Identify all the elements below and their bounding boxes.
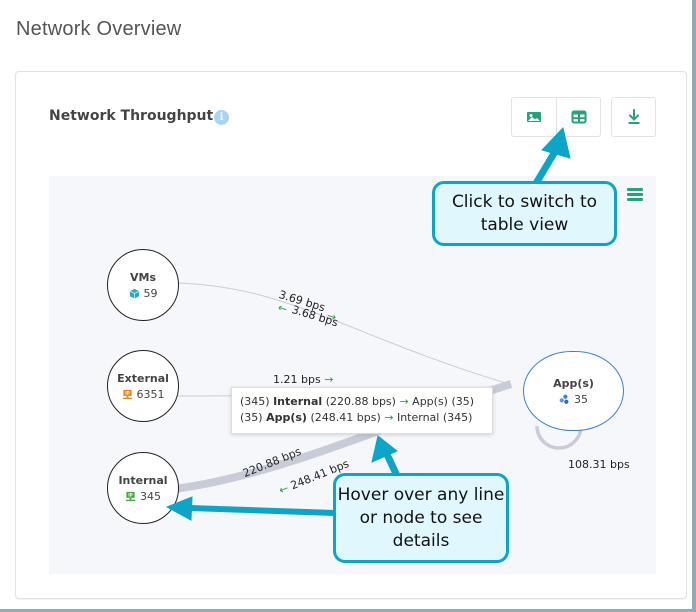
tooltip-row: (345) Internal (220.88 bps) → App(s) (35… bbox=[240, 395, 475, 408]
page-title: Network Overview bbox=[16, 18, 182, 40]
edge-tooltip: (345) Internal (220.88 bps) → App(s) (35… bbox=[231, 387, 493, 434]
flow-arrow-right-icon: → bbox=[324, 373, 334, 386]
node-name: External bbox=[117, 371, 169, 385]
download-icon bbox=[628, 109, 639, 124]
card-title: Network Throughput bbox=[49, 108, 214, 124]
node-name: Internal bbox=[118, 473, 168, 487]
window-edge-right bbox=[692, 0, 696, 612]
view-toggle-group bbox=[511, 97, 601, 137]
node-count-value: 345 bbox=[140, 489, 161, 503]
node-vms[interactable]: VMs 59 bbox=[107, 249, 179, 321]
info-icon[interactable]: i bbox=[214, 110, 229, 125]
node-count-value: 6351 bbox=[136, 387, 165, 401]
image-icon bbox=[527, 112, 541, 122]
table-view-button[interactable] bbox=[556, 98, 600, 136]
node-count-value: 59 bbox=[143, 286, 158, 300]
edge-label-apps-self: 108.31 bps bbox=[568, 458, 630, 471]
node-external[interactable]: External IP 6351 bbox=[107, 350, 179, 422]
cube-icon bbox=[129, 288, 139, 299]
ip-icon: IP bbox=[125, 491, 136, 501]
tooltip-row: (35) App(s) (248.41 bps) → Internal (345… bbox=[240, 411, 473, 424]
node-apps[interactable]: App(s) 35 bbox=[523, 351, 624, 431]
table-icon bbox=[571, 110, 586, 124]
callout-hover-details: Hover over any line or node to see detai… bbox=[333, 473, 509, 563]
callout-table-view: Click to switch to table view bbox=[432, 181, 617, 246]
node-name: App(s) bbox=[553, 376, 594, 390]
node-count-value: 35 bbox=[574, 392, 588, 406]
apps-icon bbox=[559, 394, 569, 404]
node-internal[interactable]: Internal IP 345 bbox=[107, 452, 179, 524]
svg-text:IP: IP bbox=[125, 390, 130, 395]
download-button[interactable] bbox=[611, 97, 656, 137]
node-name: VMs bbox=[129, 270, 156, 284]
ip-icon: IP bbox=[122, 389, 132, 399]
svg-text:IP: IP bbox=[128, 492, 133, 497]
edge-vms-apps[interactable] bbox=[175, 282, 510, 385]
edge-label-external-apps-forward: 1.21 bps → bbox=[273, 373, 334, 386]
image-view-button[interactable] bbox=[512, 98, 556, 136]
flow-arrow-right-icon: → bbox=[384, 411, 394, 424]
flow-arrow-right-icon: → bbox=[399, 395, 409, 408]
